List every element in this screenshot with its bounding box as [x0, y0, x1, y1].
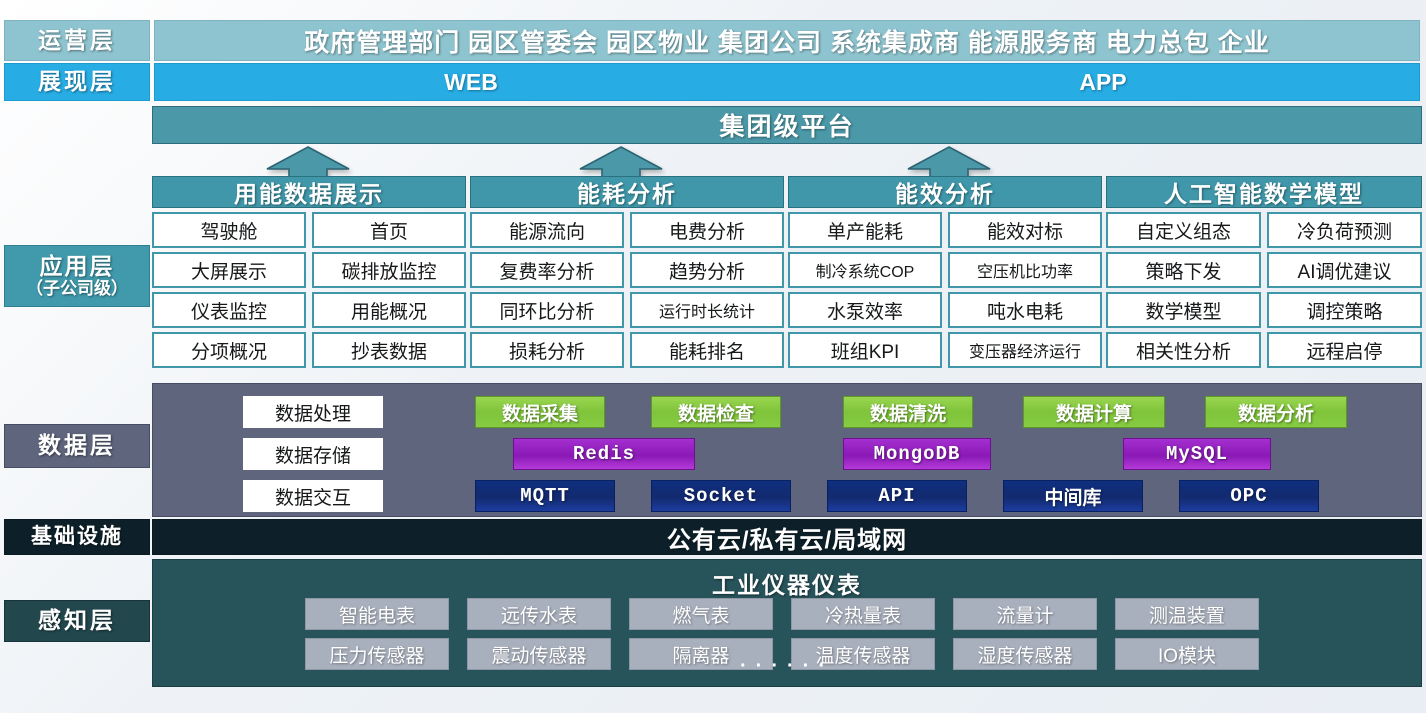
layer-label-data: 数据层 — [4, 424, 150, 468]
app-item[interactable]: 损耗分析 — [470, 332, 624, 368]
data-interface-chip[interactable]: Socket — [651, 480, 791, 512]
app-group-column: 能源流向 复费率分析 同环比分析 损耗分析 — [470, 212, 624, 368]
sensing-ellipsis: ······ — [740, 655, 834, 677]
app-item[interactable]: 数学模型 — [1106, 292, 1261, 328]
app-group-column: 冷负荷预测 AI调优建议 调控策略 远程启停 — [1267, 212, 1422, 368]
sensor-chip[interactable]: 智能电表 — [305, 598, 449, 630]
app-group-column: 单产能耗 制冷系统COP 水泵效率 班组KPI — [788, 212, 942, 368]
app-item[interactable]: 电费分析 — [630, 212, 784, 248]
data-interface-chip[interactable]: API — [827, 480, 967, 512]
layer-label-presentation: 展现层 — [4, 63, 150, 101]
app-group-energy-efficiency-analysis: 能效分析 单产能耗 制冷系统COP 水泵效率 班组KPI 能效对标 空压机比功率… — [788, 176, 1102, 368]
app-item[interactable]: 水泵效率 — [788, 292, 942, 328]
app-item[interactable]: 变压器经济运行 — [948, 332, 1102, 368]
app-item[interactable]: 冷负荷预测 — [1267, 212, 1422, 248]
app-item[interactable]: 趋势分析 — [630, 252, 784, 288]
data-process-chip[interactable]: 数据检查 — [651, 396, 781, 428]
channel-web: WEB — [444, 68, 498, 95]
app-item[interactable]: 首页 — [312, 212, 466, 248]
app-item[interactable]: 远程启停 — [1267, 332, 1422, 368]
layer-label-operation: 运营层 — [4, 20, 150, 61]
app-item[interactable]: 吨水电耗 — [948, 292, 1102, 328]
app-group-column: 能效对标 空压机比功率 吨水电耗 变压器经济运行 — [948, 212, 1102, 368]
channel-app: APP — [1079, 68, 1127, 95]
data-category[interactable]: 数据存储 — [243, 438, 383, 470]
layer-label-sensing: 感知层 — [4, 600, 150, 642]
app-item[interactable]: 运行时长统计 — [630, 292, 784, 328]
app-item[interactable]: 复费率分析 — [470, 252, 624, 288]
app-item[interactable]: AI调优建议 — [1267, 252, 1422, 288]
application-label-sub: （子公司级） — [26, 279, 128, 299]
app-group-title: 人工智能数学模型 — [1106, 176, 1422, 208]
app-group-energy-consumption-analysis: 能耗分析 能源流向 复费率分析 同环比分析 损耗分析 电费分析 趋势分析 运行时… — [470, 176, 784, 368]
app-group-title: 能耗分析 — [470, 176, 784, 208]
layer-label-application: 应用层 （子公司级） — [4, 245, 150, 307]
infrastructure-bar: 公有云/私有云/局域网 — [152, 519, 1422, 555]
app-item[interactable]: 空压机比功率 — [948, 252, 1102, 288]
architecture-diagram: 运营层 政府管理部门 园区管委会 园区物业 集团公司 系统集成商 能源服务商 电… — [0, 0, 1426, 713]
app-group-column: 首页 碳排放监控 用能概况 抄表数据 — [312, 212, 466, 368]
data-process-chip[interactable]: 数据分析 — [1205, 396, 1347, 428]
sensor-chip[interactable]: 远传水表 — [467, 598, 611, 630]
operation-roles-bar: 政府管理部门 园区管委会 园区物业 集团公司 系统集成商 能源服务商 电力总包 … — [154, 20, 1420, 61]
data-interface-chip[interactable]: 中间库 — [1003, 480, 1143, 512]
data-store-chip[interactable]: MySQL — [1123, 438, 1271, 470]
sensing-layer-panel: 工业仪器仪表 智能电表 远传水表 燃气表 冷热量表 流量计 测温装置 压力传感器… — [152, 559, 1422, 687]
application-label-main: 应用层 — [39, 252, 115, 279]
app-item[interactable]: 能源流向 — [470, 212, 624, 248]
sensor-chip[interactable]: 流量计 — [953, 598, 1097, 630]
sensor-chip[interactable]: 燃气表 — [629, 598, 773, 630]
app-item[interactable]: 碳排放监控 — [312, 252, 466, 288]
data-process-chip[interactable]: 数据计算 — [1023, 396, 1165, 428]
data-layer-panel: 数据处理 数据存储 数据交互 数据采集 数据检查 数据清洗 数据计算 数据分析 … — [152, 383, 1422, 517]
presentation-channels-bar: WEB APP — [154, 63, 1420, 101]
data-interface-chip[interactable]: MQTT — [475, 480, 615, 512]
app-item[interactable]: 相关性分析 — [1106, 332, 1261, 368]
data-store-chip[interactable]: MongoDB — [843, 438, 991, 470]
app-item[interactable]: 能耗排名 — [630, 332, 784, 368]
sensing-panel-title: 工业仪器仪表 — [712, 572, 862, 598]
app-item[interactable]: 班组KPI — [788, 332, 942, 368]
app-item[interactable]: 驾驶舱 — [152, 212, 306, 248]
app-group-ai-math-model: 人工智能数学模型 自定义组态 策略下发 数学模型 相关性分析 冷负荷预测 AI调… — [1106, 176, 1422, 368]
app-item[interactable]: 大屏展示 — [152, 252, 306, 288]
app-item[interactable]: 制冷系统COP — [788, 252, 942, 288]
data-category[interactable]: 数据处理 — [243, 396, 383, 428]
app-item[interactable]: 同环比分析 — [470, 292, 624, 328]
app-group-title: 用能数据展示 — [152, 176, 466, 208]
app-item[interactable]: 用能概况 — [312, 292, 466, 328]
app-group-title: 能效分析 — [788, 176, 1102, 208]
app-group-column: 电费分析 趋势分析 运行时长统计 能耗排名 — [630, 212, 784, 368]
app-item[interactable]: 单产能耗 — [788, 212, 942, 248]
app-item[interactable]: 调控策略 — [1267, 292, 1422, 328]
app-item[interactable]: 分项概况 — [152, 332, 306, 368]
app-group-energy-data-display: 用能数据展示 驾驶舱 大屏展示 仪表监控 分项概况 首页 碳排放监控 用能概况 … — [152, 176, 466, 368]
layer-label-infrastructure: 基础设施 — [4, 519, 150, 555]
data-interface-chip[interactable]: OPC — [1179, 480, 1319, 512]
data-store-chip[interactable]: Redis — [513, 438, 695, 470]
app-item[interactable]: 仪表监控 — [152, 292, 306, 328]
data-process-chip[interactable]: 数据采集 — [475, 396, 605, 428]
sensor-chip[interactable]: 冷热量表 — [791, 598, 935, 630]
app-item[interactable]: 自定义组态 — [1106, 212, 1261, 248]
sensor-chip[interactable]: 测温装置 — [1115, 598, 1259, 630]
app-item[interactable]: 策略下发 — [1106, 252, 1261, 288]
app-item[interactable]: 能效对标 — [948, 212, 1102, 248]
app-group-column: 驾驶舱 大屏展示 仪表监控 分项概况 — [152, 212, 306, 368]
app-group-column: 自定义组态 策略下发 数学模型 相关性分析 — [1106, 212, 1261, 368]
data-process-chip[interactable]: 数据清洗 — [843, 396, 973, 428]
app-item[interactable]: 抄表数据 — [312, 332, 466, 368]
data-category[interactable]: 数据交互 — [243, 480, 383, 512]
group-platform-bar: 集团级平台 — [152, 106, 1422, 144]
